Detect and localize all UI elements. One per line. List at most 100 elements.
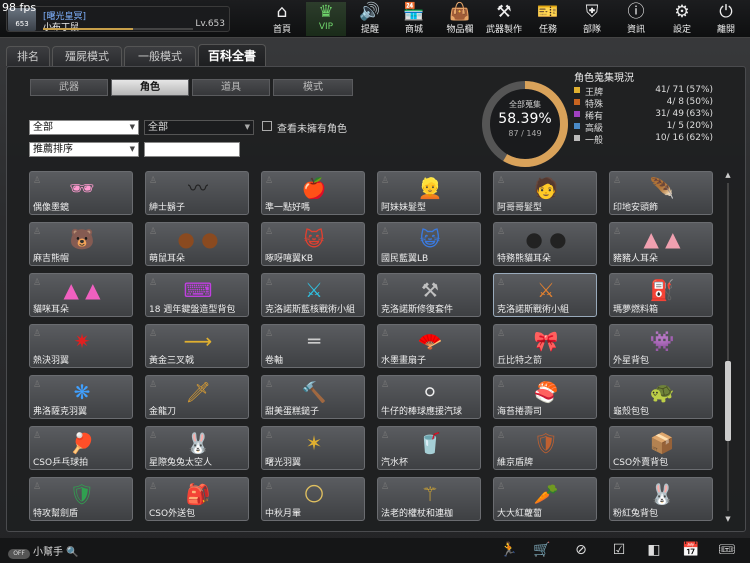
nav-shield[interactable]: ⛨ 部隊 [572, 2, 612, 36]
nav-ticket[interactable]: 🎫 任務 [528, 2, 568, 36]
item-card[interactable]: ♙ 🏓 CSO乒乓球拍 [29, 426, 133, 470]
nav-crown[interactable]: ♛ VIP [306, 2, 346, 36]
item-card[interactable]: ♙ 🍣 海苔捲壽司 [493, 375, 597, 419]
subtab-items[interactable]: 道具 [192, 79, 270, 96]
item-card[interactable]: ♙ 🎀 丘比特之箭 [493, 324, 597, 368]
item-card[interactable]: ♙ ⚚ 法老的權杖和連枷 [377, 477, 481, 521]
compass-icon[interactable]: ⊘ [572, 541, 590, 559]
item-card[interactable]: ♙ 🛡 維京盾牌 [493, 426, 597, 470]
bottom-bar: OFF 小幫手 🔍 🏃 🛒 ⊘ ☑ ◧ 📅 🎟 [0, 538, 750, 563]
item-card[interactable]: ♙ ❋ 弗洛薩克羽翼 [29, 375, 133, 419]
item-card[interactable]: ♙ ⛽ 瑪夢燃料箱 [609, 273, 713, 317]
tab-normal-mode[interactable]: 一般模式 [124, 46, 196, 66]
nav-shop[interactable]: 🏪 商城 [394, 2, 434, 36]
nav-home[interactable]: ⌂ 首頁 [262, 2, 302, 36]
chevron-down-icon: ▼ [129, 145, 135, 153]
gear-icon: ⚙ [674, 2, 690, 22]
character-silhouette-icon: ♙ [497, 380, 506, 390]
item-card[interactable]: ♙ 🐰 星際兔兔太空人 [145, 426, 249, 470]
rarity-swatch [574, 123, 580, 129]
tab-ranking[interactable]: 排名 [6, 46, 50, 66]
item-image: ═ [307, 329, 321, 353]
run-icon[interactable]: 🏃 [500, 541, 518, 559]
item-card[interactable]: ♙ 🥤 汽水杯 [377, 426, 481, 470]
item-card[interactable]: ♙ 🎒 CSO外送包 [145, 477, 249, 521]
ticket-icon[interactable]: 🎟 [718, 541, 736, 559]
item-image: 🧑 [533, 176, 559, 200]
item-card[interactable]: ♙ ⚔ 克洛諾斯戰術小組 [493, 273, 597, 317]
item-card[interactable]: ♙ 🗡 金龍刀 [145, 375, 249, 419]
item-card[interactable]: ♙ ✶ 曙光羽翼 [261, 426, 365, 470]
tab-encyclopedia[interactable]: 百科全書 [198, 44, 266, 66]
item-name: 星際兔兔太空人 [149, 458, 213, 468]
nav-label: 物品欄 [446, 25, 474, 35]
scroll-thumb[interactable] [725, 361, 731, 441]
shop-icon: 🏪 [403, 2, 425, 22]
item-name: 紳士鬍子 [149, 203, 186, 213]
item-card[interactable]: ♙ 〰紳士鬍子 [145, 171, 249, 215]
character-silhouette-icon: ♙ [265, 380, 274, 390]
item-card[interactable]: ♙ 😺 國民藍翼LB [377, 222, 481, 266]
player-level: Lv.653 [195, 19, 225, 29]
item-card[interactable]: ♙ ● ● 萌鼠耳朵 [145, 222, 249, 266]
item-card[interactable]: ♙ ⚒ 克洛諾斯修復套件 [377, 273, 481, 317]
subtab-modes[interactable]: 模式 [273, 79, 353, 96]
helper-toggle[interactable]: OFF 小幫手 🔍 [8, 543, 79, 559]
sort-select[interactable]: 推薦排序 ▼ [29, 142, 139, 157]
scrollbar[interactable]: ▲ ▼ [724, 171, 732, 523]
item-name: 國民藍翼LB [381, 254, 429, 264]
tab-zombie-mode[interactable]: 殭屍模式 [52, 46, 122, 66]
item-card[interactable]: ♙ 👾 外星背包 [609, 324, 713, 368]
item-card[interactable]: ♙ ⚪ 牛仔的棒球應援汽球 [377, 375, 481, 419]
character-silhouette-icon: ♙ [33, 482, 42, 492]
category-select[interactable]: 全部 ▼ [29, 120, 139, 135]
nav-info[interactable]: ⓘ 資訊 [616, 2, 656, 36]
item-card[interactable]: ♙ 🍎 準一點好嗎 [261, 171, 365, 215]
item-card[interactable]: ♙ 🐢 龜殼包包 [609, 375, 713, 419]
item-card[interactable]: ♙ 📦 CSO外賣背包 [609, 426, 713, 470]
nav-craft[interactable]: ⚒ 武器製作 [484, 2, 524, 36]
item-card[interactable]: ♙ ▲ ▲ 豬豬人耳朵 [609, 222, 713, 266]
item-card[interactable]: ♙ 😺 啄呀嘻翼KB [261, 222, 365, 266]
item-name: 瑪夢燃料箱 [613, 305, 659, 315]
show-unowned-checkbox[interactable] [262, 121, 272, 131]
item-card[interactable]: ♙ ═ 卷軸 [261, 324, 365, 368]
cart-icon[interactable]: 🛒 [533, 541, 551, 559]
nav-speaker[interactable]: 🔊 提醒 [350, 2, 390, 36]
item-card[interactable]: ♙ 👱 阿妹妹髮型 [377, 171, 481, 215]
book-icon[interactable]: ◧ [645, 541, 663, 559]
item-card[interactable]: ♙ 🪭 水墨畫扇子 [377, 324, 481, 368]
item-card[interactable]: ♙ ⟶ 黃金三叉戟 [145, 324, 249, 368]
item-card[interactable]: ♙ 🛡 特攻幫劍盾 [29, 477, 133, 521]
search-icon[interactable]: 🔍 [66, 547, 78, 558]
item-card[interactable]: ♙ 🐰 粉紅兔背包 [609, 477, 713, 521]
scroll-up-icon[interactable]: ▲ [724, 171, 732, 179]
item-card[interactable]: ♙ 🕶 偶像墨鏡 [29, 171, 133, 215]
item-card[interactable]: ♙ ⌨ 18 週年鍵盤造型背包 [145, 273, 249, 317]
item-card[interactable]: ♙ 🌕 中秋月暈 [261, 477, 365, 521]
item-card[interactable]: ♙ 🥕 大大紅蘿蔔 [493, 477, 597, 521]
nav-gear[interactable]: ⚙ 設定 [662, 2, 702, 36]
subcategory-select[interactable]: 全部 ▼ [144, 120, 254, 135]
item-card[interactable]: ♙ 🔨 甜美蛋糕鎚子 [261, 375, 365, 419]
nav-bag[interactable]: 👜 物品欄 [440, 2, 480, 36]
item-card[interactable]: ♙ 🧑 阿哥哥髮型 [493, 171, 597, 215]
craft-icon: ⚒ [496, 2, 512, 22]
item-card[interactable]: ♙ ✷ 熱決羽翼 [29, 324, 133, 368]
stat-row: 高級 1/ 5 (20%) [574, 121, 714, 134]
subtab-characters[interactable]: 角色 [111, 79, 189, 96]
scroll-down-icon[interactable]: ▼ [724, 515, 732, 523]
item-card[interactable]: ♙ 🪶 印地安頭飾 [609, 171, 713, 215]
item-card[interactable]: ♙ 🐻 麻吉熊帽 [29, 222, 133, 266]
search-input[interactable] [144, 142, 240, 157]
character-silhouette-icon: ♙ [265, 482, 274, 492]
toggle-switch[interactable]: OFF [8, 549, 30, 559]
item-card[interactable]: ♙ ● ● 特務熊貓耳朵 [493, 222, 597, 266]
item-card[interactable]: ♙ ⚔ 克洛諾斯藍核戰術小組 [261, 273, 365, 317]
checklist-icon[interactable]: ☑ [610, 541, 628, 559]
calendar-icon[interactable]: 📅 [682, 541, 700, 559]
player-profile[interactable]: 653 [曙光皇冥] 小布丁鼠 Lv.653 [6, 6, 230, 33]
nav-power[interactable]: ⏻ 離開 [706, 2, 746, 36]
subtab-weapons[interactable]: 武器 [30, 79, 108, 96]
item-card[interactable]: ♙ ▲ ▲ 貓咪耳朵 [29, 273, 133, 317]
